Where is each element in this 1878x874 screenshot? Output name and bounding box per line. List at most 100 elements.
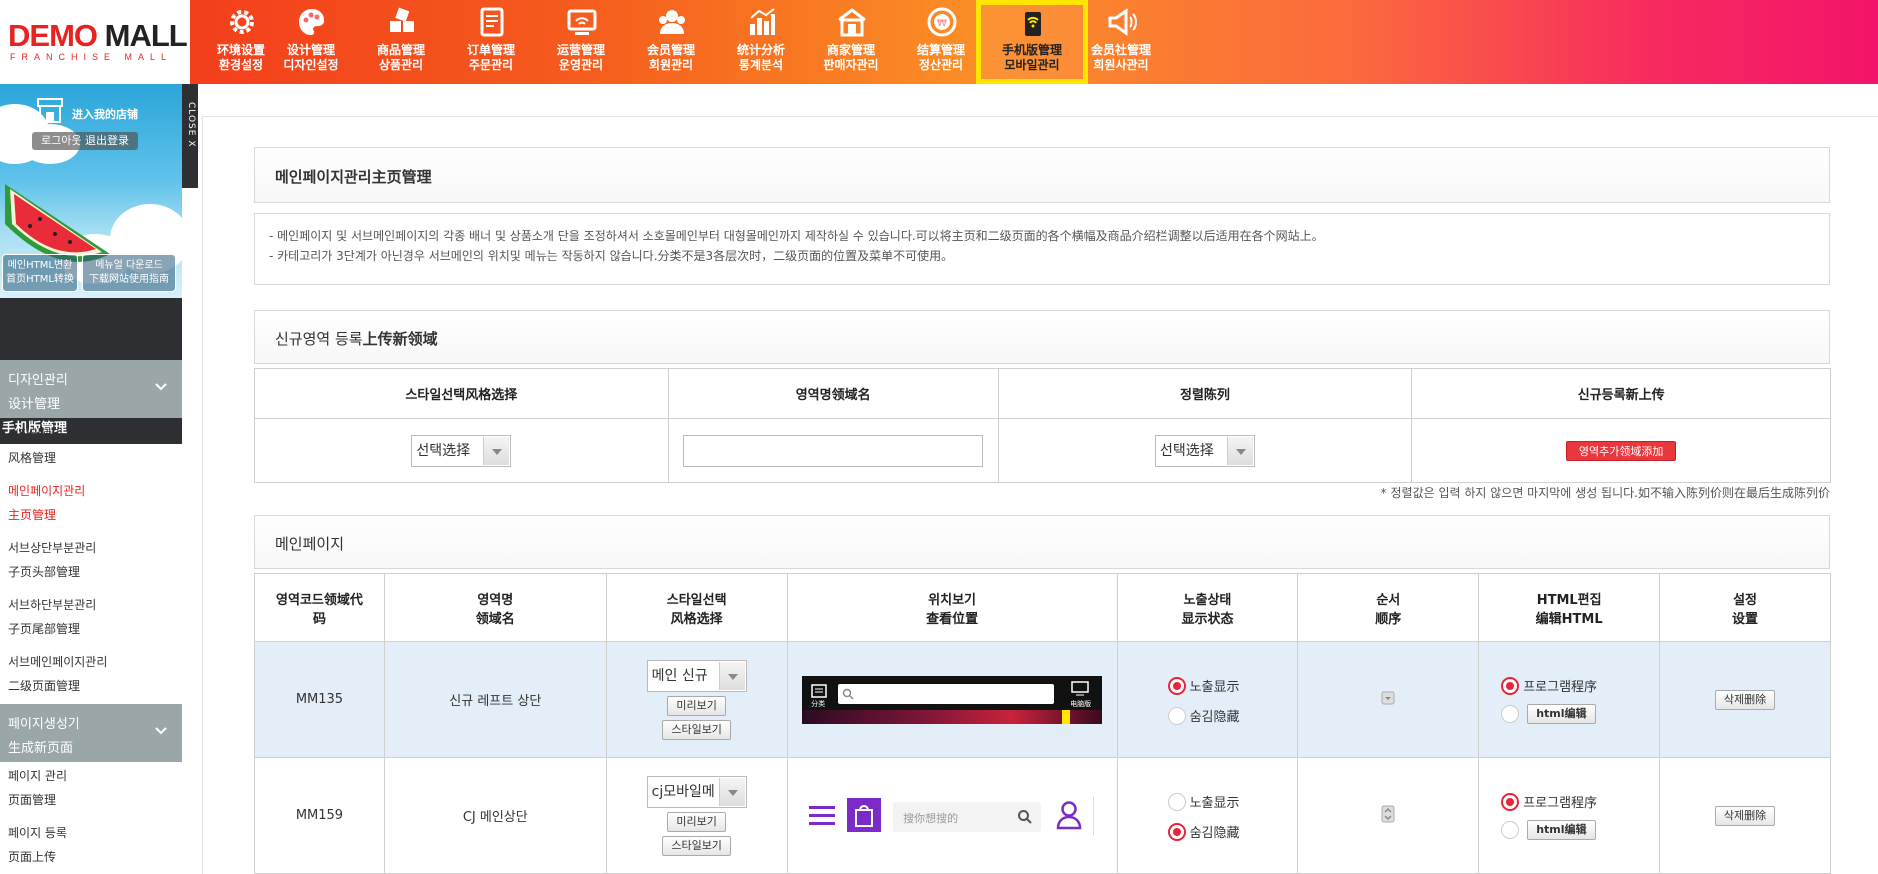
nav-order-management[interactable]: 订单管理 주문관리 <box>446 0 536 84</box>
nav-seller-management[interactable]: 商家管理 판매자관리 <box>806 0 896 84</box>
header-preview-image[interactable]: 搜你想搜的 <box>797 789 1108 842</box>
nav-member-management[interactable]: 会员管理 회원관리 <box>626 0 716 84</box>
top-navigation-bar: DEMO MALL FRANCHISE MALL 环境设置 환경설정 设计管理 … <box>0 0 1878 84</box>
notice-line: - 메인페이지 및 서브메인페이지의 각종 배너 및 상품소개 단을 조정하셔서… <box>269 229 1324 243</box>
html-edit-cell: 프로그램程序 html编辑 <box>1478 641 1661 758</box>
sidebar-item-sub-footer[interactable]: 서브하단부분관리 子页尾部管理 <box>8 593 96 641</box>
nav-member-company-management[interactable]: 会员社管理 회원사관리 <box>1076 0 1166 84</box>
gear-icon <box>230 10 254 34</box>
html-edit-option[interactable]: html编辑 <box>1501 820 1596 840</box>
sidebar-item-page-register[interactable]: 페이지 등록 页面上传 <box>8 821 67 869</box>
sidebar-item-main-page[interactable]: 메인페이지관리 主页管理 <box>8 479 85 527</box>
settings-cell: 삭제删除 <box>1659 757 1831 874</box>
column-header: 순서 顺序 <box>1297 573 1480 642</box>
nav-operation-management[interactable]: 运营管理 운영관리 <box>536 0 626 84</box>
display-status-cell: 노출显示 숨김隐藏 <box>1116 757 1299 874</box>
status-show-option[interactable]: 노출显示 <box>1167 792 1239 811</box>
add-area-button[interactable]: 영역추가领域添加 <box>1566 440 1677 461</box>
chevron-down-icon <box>718 777 745 806</box>
style-view-button[interactable]: 스타일보기 <box>662 835 731 856</box>
status-hide-option[interactable]: 숨김隐藏 <box>1167 706 1239 725</box>
row-style-select[interactable]: 메인 신규 <box>646 659 747 692</box>
radio-program[interactable] <box>1501 676 1520 695</box>
sidebar-close-tab[interactable]: CLOSE X <box>182 84 198 188</box>
column-header: 위치보기 查看位置 <box>786 573 1118 642</box>
sidebar-item-style[interactable]: 스타일관리 风格管理 <box>8 422 63 470</box>
area-name: 신규 레프트 상단 <box>383 641 607 758</box>
column-header: 설정 设置 <box>1659 573 1831 642</box>
html-program-option[interactable]: 프로그램程序 <box>1501 676 1597 695</box>
group-label-cn: 设计管理 <box>8 397 61 412</box>
preview-search-placeholder: 搜你想搜的 <box>903 811 959 825</box>
style-select[interactable]: 선택选择 <box>411 434 512 467</box>
status-show-option[interactable]: 노출显示 <box>1167 676 1239 695</box>
radio-program[interactable] <box>1501 792 1520 811</box>
user-icon <box>1056 800 1082 829</box>
nav-label-cn: 结算管理 <box>916 43 965 57</box>
shopping-bag-icon <box>847 797 882 832</box>
html-edit-option[interactable]: html编辑 <box>1501 704 1596 724</box>
nav-label-ko: 통계분석 <box>738 58 784 72</box>
area-name: CJ 메인상단 <box>383 757 607 874</box>
nav-statistics[interactable]: 统计分析 통계분석 <box>716 0 806 84</box>
nav-label-cn: 商家管理 <box>826 43 875 57</box>
delete-button[interactable]: 삭제删除 <box>1714 805 1776 826</box>
nav-label-cn: 商品管理 <box>376 43 425 57</box>
radio-hide[interactable] <box>1167 822 1186 841</box>
sort-select[interactable]: 선택选择 <box>1154 434 1255 467</box>
manual-download-button[interactable]: 메뉴얼 다운로드 下载网站使用指南 <box>82 254 176 292</box>
sort-arrow-icon[interactable] <box>1381 691 1395 705</box>
logo[interactable]: DEMO MALL FRANCHISE MALL <box>0 0 190 84</box>
radio-html-edit[interactable] <box>1501 820 1520 839</box>
status-hide-option[interactable]: 숨김隐藏 <box>1167 822 1239 841</box>
main-html-convert-button[interactable]: 메인HTML변환 首页HTML转换 <box>2 254 78 292</box>
position-preview-cell: 分类 电脑版 <box>786 641 1118 758</box>
preview-left-label: 分类 <box>811 699 826 708</box>
preview-search-bar <box>838 683 1055 704</box>
radio-show[interactable] <box>1167 792 1186 811</box>
html-edit-button[interactable]: html编辑 <box>1527 704 1596 724</box>
radio-hide[interactable] <box>1167 706 1186 725</box>
delete-button[interactable]: 삭제删除 <box>1714 689 1776 710</box>
nav-label-ko: 운영관리 <box>558 58 604 72</box>
display-status-cell: 노출显示 숨김隐藏 <box>1116 641 1299 758</box>
group-label-ko: 디자인관리 <box>8 373 68 388</box>
nav-label-ko: 회원관리 <box>648 58 694 72</box>
nav-label-cn: 统计分析 <box>736 43 785 57</box>
area-name-input[interactable] <box>683 434 984 467</box>
radio-html-edit[interactable] <box>1501 704 1520 723</box>
sidebar-item-sub-header[interactable]: 서브상단부분관리 子页头部管理 <box>8 536 96 584</box>
sidebar-item-page-manage[interactable]: 페이지 관리 页面管理 <box>8 764 67 812</box>
html-edit-button[interactable]: html编辑 <box>1527 820 1596 840</box>
html-program-option[interactable]: 프로그램程序 <box>1501 792 1597 811</box>
row-style-select[interactable]: cj모바일메 <box>646 775 747 808</box>
sidebar-group-design[interactable]: 디자인관리 设计管理 <box>0 360 182 418</box>
sort-select-cell: 선택选择 <box>997 418 1413 483</box>
preview-button[interactable]: 미리보기 <box>667 811 726 832</box>
svg-text:₩: ₩ <box>937 18 947 29</box>
nav-settlement-management[interactable]: ₩ 结算管理 정산관리 <box>896 0 986 84</box>
won-coin-icon: ₩ <box>927 7 957 37</box>
nav-mobile-management[interactable]: 手机版管理 모바일관리 <box>976 0 1088 84</box>
nav-product-management[interactable]: 商品管理 상품관리 <box>356 0 446 84</box>
nav-design-management[interactable]: 设计管理 디자인설정 <box>266 0 356 84</box>
area-name-cell <box>667 418 999 483</box>
nav-label-ko: 판매자관리 <box>823 58 879 72</box>
radio-show[interactable] <box>1167 676 1186 695</box>
table-row: MM135 신규 레프트 상단 메인 신규 미리보기 스타일보기 分类 电脑版 <box>254 641 1831 758</box>
column-header: 스타일선택风格选择 <box>254 368 669 419</box>
nav-label-cn: 运营管理 <box>556 43 605 57</box>
logout-button[interactable]: 로그아웃 退出登录 <box>32 132 138 150</box>
style-view-button[interactable]: 스타일보기 <box>662 719 731 740</box>
products-icon <box>390 7 414 32</box>
preview-button[interactable]: 미리보기 <box>667 695 726 716</box>
button-label-cn: 首页HTML转换 <box>6 274 74 285</box>
sort-arrows-icon[interactable] <box>1381 805 1395 823</box>
sidebar-item-sub-main[interactable]: 서브메인페이지관리 二级页面管理 <box>8 650 107 698</box>
sidebar-group-page-generator[interactable]: 페이지생성기 生成新页面 <box>0 704 182 762</box>
left-sidebar: 进入我的店铺 로그아웃 退出登录 메인HTML변환 首页HTML转换 메뉴얼 다… <box>0 84 182 874</box>
enter-my-shop-link[interactable]: 进入我的店铺 <box>36 98 176 126</box>
order-cell <box>1297 757 1480 874</box>
header-preview-image[interactable]: 分类 电脑版 <box>802 675 1103 724</box>
style-select-cell: 선택选择 <box>254 418 669 483</box>
